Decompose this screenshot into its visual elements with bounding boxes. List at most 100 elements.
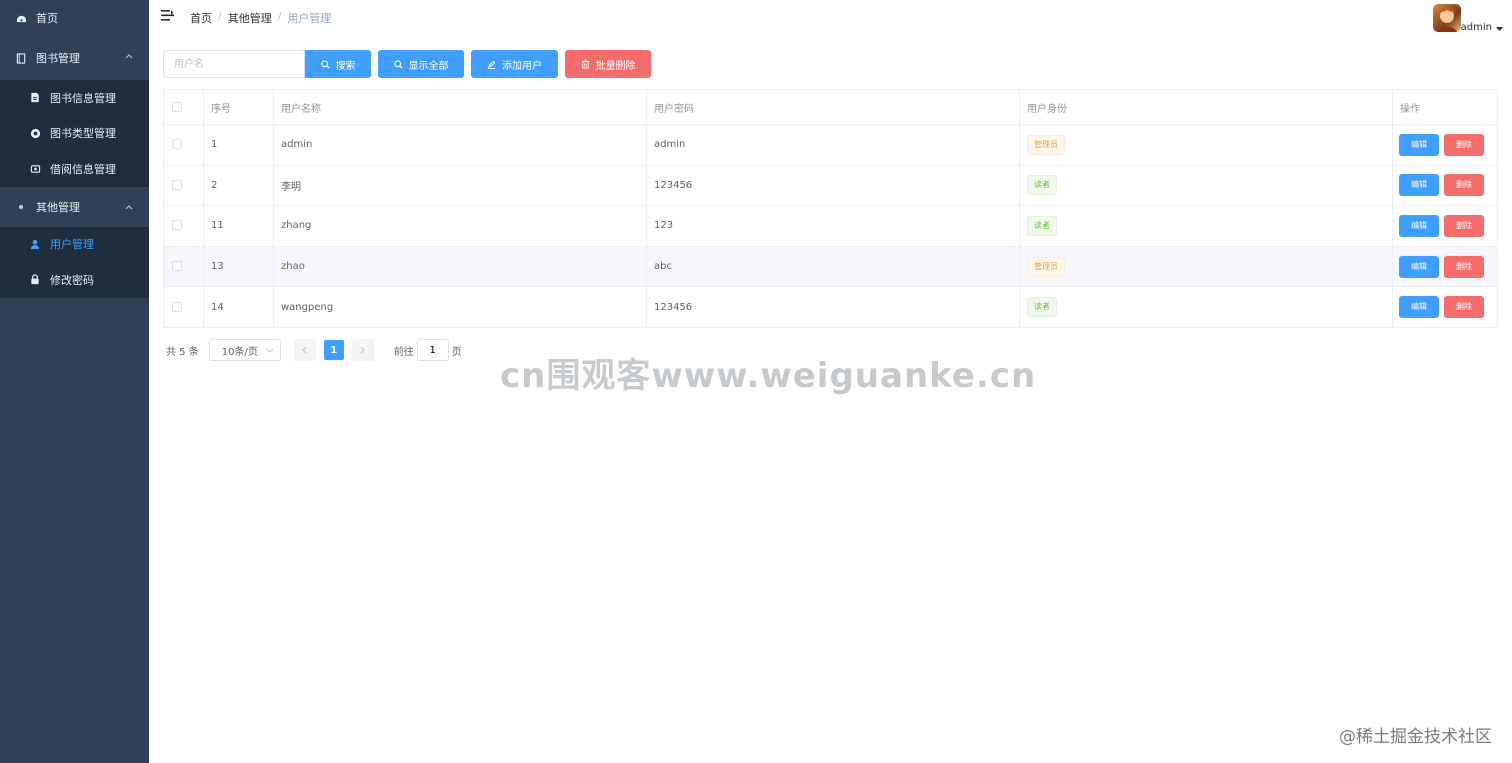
sidebar-group-books[interactable]: 图书管理	[0, 36, 149, 80]
sidebar-submenu-other: 用户管理 修改密码	[0, 226, 149, 298]
row-select-cell	[163, 286, 204, 328]
book-icon	[15, 52, 27, 64]
column-header: 操作	[1392, 89, 1498, 125]
row-checkbox[interactable]	[172, 139, 182, 150]
breadcrumb-home[interactable]: 首页	[190, 10, 212, 26]
breadcrumb-other[interactable]: 其他管理	[228, 10, 272, 26]
dot-icon	[15, 201, 27, 213]
edit-icon	[487, 60, 496, 69]
table-header-row: 序号 用户名称 用户密码 用户身份 操作	[163, 89, 1498, 125]
row-select-cell	[163, 205, 204, 247]
search-icon	[320, 59, 329, 68]
add-user-button-label: 添加用户	[502, 60, 542, 72]
role-tag: 管理员	[1027, 256, 1065, 277]
caret-down-icon[interactable]	[1496, 22, 1503, 35]
sidebar-item-borrow-info[interactable]: 借阅信息管理	[0, 151, 149, 187]
row-checkbox[interactable]	[172, 261, 182, 272]
table-row: 14 wangpeng 123456 读者 编辑 删除	[163, 286, 1498, 328]
select-all-checkbox[interactable]	[172, 101, 182, 112]
sidebar-group-other[interactable]: 其他管理	[0, 187, 149, 227]
row-select-cell	[163, 246, 204, 288]
cell-role: 读者	[1019, 205, 1393, 247]
page-number-current[interactable]: 1	[323, 340, 344, 360]
page-size-select[interactable]: 10条/页	[208, 339, 281, 361]
edit-button[interactable]: 编辑	[1399, 255, 1439, 278]
role-tag: 管理员	[1027, 134, 1065, 155]
row-checkbox[interactable]	[172, 301, 182, 312]
borrow-icon	[29, 163, 41, 175]
delete-button[interactable]: 删除	[1444, 296, 1484, 319]
sidebar-submenu-books: 图书信息管理 图书类型管理 借阅信息管理	[0, 80, 149, 187]
cell-id: 13	[203, 246, 274, 288]
chevron-up-icon	[125, 49, 133, 62]
cell-password: abc	[646, 246, 1020, 288]
sidebar-item-book-info[interactable]: 图书信息管理	[0, 80, 149, 116]
cell-actions: 编辑 删除	[1392, 124, 1498, 166]
delete-button[interactable]: 删除	[1444, 174, 1484, 197]
cell-id: 2	[203, 165, 274, 207]
search-button[interactable]: 搜索	[305, 50, 371, 78]
delete-button[interactable]: 删除	[1444, 133, 1484, 156]
header: 首页 / 其他管理 / 用户管理 admin	[149, 0, 1512, 34]
add-user-button[interactable]: 添加用户	[471, 50, 558, 78]
watermark: cn围观客www.weiguanke.cn	[500, 356, 1037, 396]
cell-name: 李明	[273, 165, 647, 207]
edit-button[interactable]: 编辑	[1399, 296, 1439, 319]
cell-name: wangpeng	[273, 286, 647, 328]
delete-button[interactable]: 删除	[1444, 214, 1484, 237]
edit-button[interactable]: 编辑	[1399, 174, 1439, 197]
document-icon	[29, 92, 41, 104]
sidebar-group-label: 图书管理	[36, 52, 80, 65]
cell-role: 读者	[1019, 165, 1393, 207]
toolbar: 搜索 显示全部 添加用户 批量删除	[163, 50, 651, 78]
chevron-down-icon	[266, 346, 274, 357]
cell-actions: 编辑 删除	[1392, 165, 1498, 207]
search-input[interactable]	[163, 50, 305, 78]
chevron-right-icon	[360, 346, 365, 354]
edit-button[interactable]: 编辑	[1399, 133, 1439, 156]
user-name[interactable]: admin	[1461, 22, 1492, 33]
batch-delete-button-label: 批量删除	[595, 60, 636, 72]
breadcrumb: 首页 / 其他管理 / 用户管理	[190, 10, 331, 26]
search-icon	[393, 59, 402, 68]
page-size-value: 10条/页	[221, 346, 258, 358]
row-checkbox[interactable]	[172, 220, 182, 231]
goto-page-input[interactable]	[416, 339, 449, 361]
sidebar-item-book-types[interactable]: 图书类型管理	[0, 116, 149, 152]
prev-page-button[interactable]	[293, 339, 316, 361]
menu-toggle-icon[interactable]	[161, 10, 174, 24]
sidebar-item-label: 图书类型管理	[50, 127, 116, 141]
next-page-button[interactable]	[351, 339, 374, 361]
cell-password: admin	[646, 124, 1020, 166]
user-icon	[29, 238, 41, 250]
batch-delete-button[interactable]: 批量删除	[565, 50, 651, 78]
breadcrumb-separator: /	[277, 10, 282, 23]
cell-role: 管理员	[1019, 246, 1393, 288]
sidebar-item-label: 借阅信息管理	[50, 162, 116, 176]
sidebar: 首页 图书管理 图书信息管理 图书类型管理 借阅信息管理 其他管理 用户管理 修…	[0, 0, 149, 763]
pagination-total: 共 5 条	[166, 346, 199, 358]
select-all-cell	[163, 89, 204, 125]
table-row: 2 李明 123456 读者 编辑 删除	[163, 165, 1498, 207]
breadcrumb-current: 用户管理	[287, 12, 332, 25]
edit-button[interactable]: 编辑	[1399, 214, 1439, 237]
avatar[interactable]	[1433, 4, 1461, 32]
chevron-up-icon	[125, 200, 133, 213]
sidebar-item-user-management[interactable]: 用户管理	[0, 227, 149, 263]
sidebar-item-change-password[interactable]: 修改密码	[0, 262, 149, 298]
cell-id: 11	[203, 205, 274, 247]
dashboard-icon	[15, 12, 27, 24]
goto-prefix: 前往	[393, 346, 414, 358]
role-tag: 读者	[1027, 175, 1057, 196]
cell-id: 1	[203, 124, 274, 166]
table-row: 13 zhao abc 管理员 编辑 删除	[163, 246, 1498, 288]
show-all-button[interactable]: 显示全部	[378, 50, 464, 78]
category-icon	[29, 127, 41, 139]
sidebar-item-home[interactable]: 首页	[0, 0, 149, 36]
row-select-cell	[163, 165, 204, 207]
show-all-button-label: 显示全部	[408, 60, 449, 72]
table-row: 11 zhang 123 读者 编辑 删除	[163, 205, 1498, 247]
delete-button[interactable]: 删除	[1444, 255, 1484, 278]
row-checkbox[interactable]	[172, 179, 182, 190]
cell-password: 123	[646, 205, 1020, 247]
